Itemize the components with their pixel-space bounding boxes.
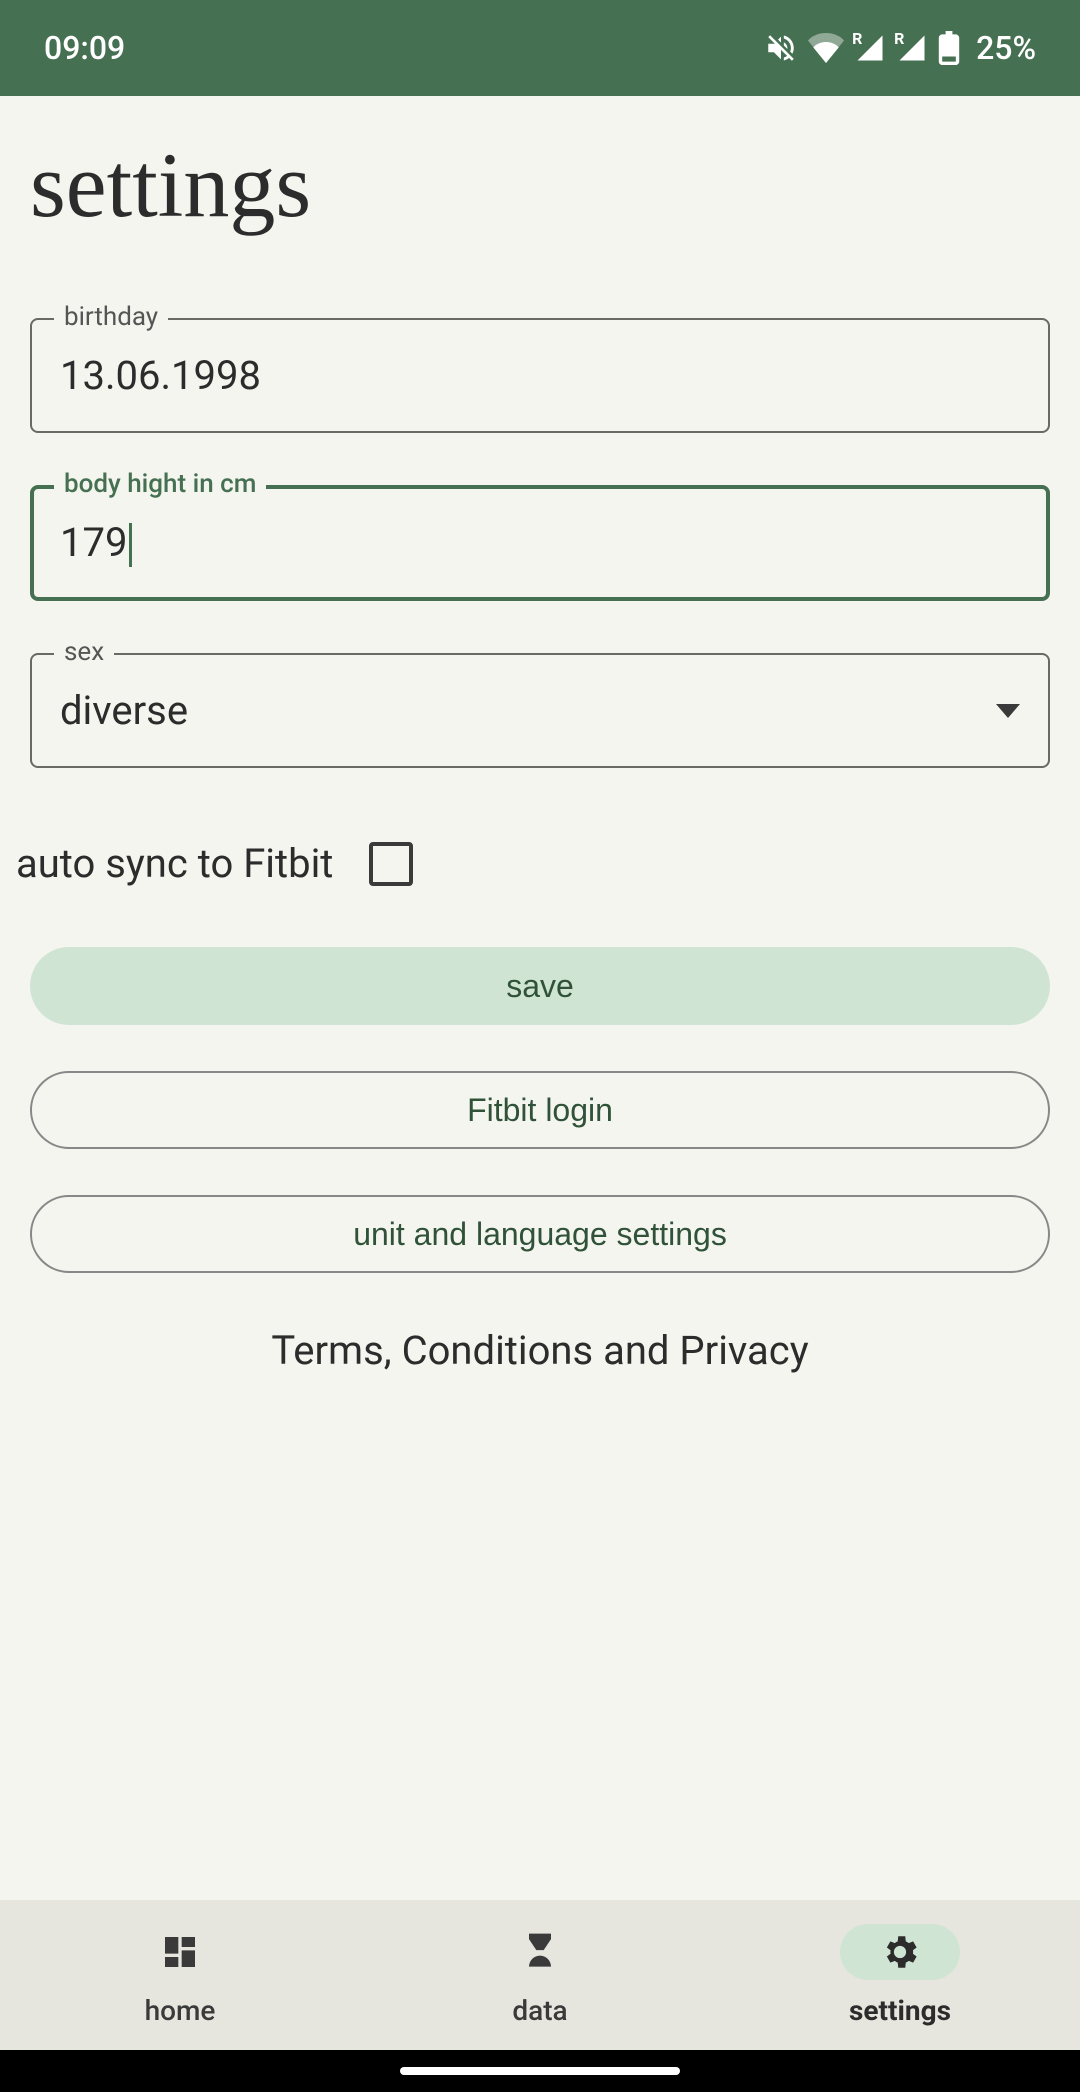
nav-data[interactable]: data <box>360 1900 720 2050</box>
nav-home[interactable]: home <box>0 1900 360 2050</box>
sex-label: sex <box>54 637 114 667</box>
page-title: settings <box>30 132 1050 238</box>
status-bar: 09:09 R R 25% <box>0 0 1080 96</box>
nav-home-label: home <box>145 1994 216 2027</box>
autosync-checkbox[interactable] <box>369 842 413 886</box>
data-icon <box>518 1930 562 1974</box>
home-indicator[interactable] <box>400 2067 680 2075</box>
autosync-label: auto sync to Fitbit <box>16 840 333 887</box>
content: settings 13.06.1998 birthday 179 body hi… <box>0 96 1080 1900</box>
unit-language-button[interactable]: unit and language settings <box>30 1195 1050 1273</box>
sex-field[interactable]: diverse sex <box>30 653 1050 768</box>
chevron-down-icon <box>996 704 1020 718</box>
text-cursor <box>129 523 132 567</box>
height-value: 179 <box>60 519 132 566</box>
bottom-nav: home data settings <box>0 1900 1080 2050</box>
nav-settings[interactable]: settings <box>720 1900 1080 2050</box>
save-button[interactable]: save <box>30 947 1050 1025</box>
birthday-label: birthday <box>54 302 168 332</box>
home-icon <box>160 1932 200 1972</box>
battery-text: 25% <box>976 29 1036 67</box>
height-label: body hight in cm <box>54 469 266 499</box>
birthday-value: 13.06.1998 <box>60 352 261 399</box>
mute-icon <box>764 31 798 65</box>
birthday-field[interactable]: 13.06.1998 birthday <box>30 318 1050 433</box>
battery-icon <box>938 31 960 65</box>
fitbit-login-button[interactable]: Fitbit login <box>30 1071 1050 1149</box>
autosync-row[interactable]: auto sync to Fitbit <box>16 840 1050 887</box>
wifi-icon <box>808 33 844 63</box>
status-icons: R R 25% <box>764 29 1036 67</box>
system-nav-bar <box>0 2050 1080 2092</box>
sex-value: diverse <box>60 687 996 734</box>
gear-icon <box>879 1931 921 1973</box>
terms-link[interactable]: Terms, Conditions and Privacy <box>30 1327 1050 1374</box>
nav-settings-label: settings <box>849 1994 951 2027</box>
nav-data-label: data <box>512 1994 567 2027</box>
status-time: 09:09 <box>44 29 125 67</box>
height-field[interactable]: 179 body hight in cm <box>30 485 1050 601</box>
